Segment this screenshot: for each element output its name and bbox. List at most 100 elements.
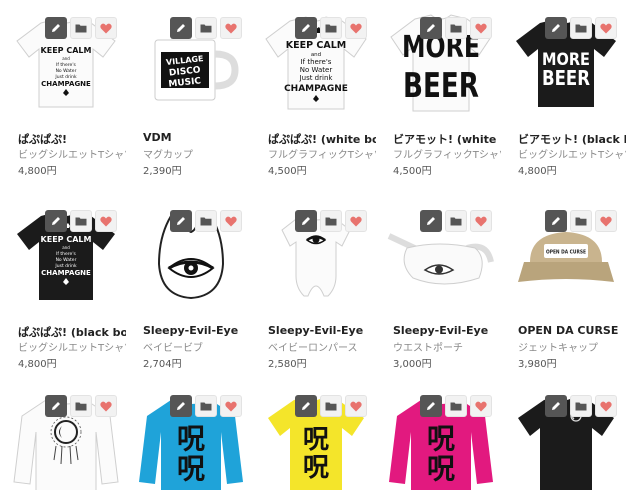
heart-icon[interactable] [95,395,117,417]
product-name[interactable]: ビアモット! (black b… [518,131,626,147]
folder-icon[interactable] [570,210,592,232]
product-type: ビッグシルエットTシャツ [18,150,126,161]
folder-icon[interactable] [570,17,592,39]
heart-icon[interactable] [220,395,242,417]
product-name[interactable]: ぱぷぱぷ! (black bod… [18,324,126,340]
product-type: マグカップ [143,150,193,161]
pencil-icon[interactable] [45,395,67,417]
svg-text:and: and [62,245,70,250]
folder-icon[interactable] [320,17,342,39]
product-card[interactable]: 呪 呪 [253,383,378,490]
folder-icon[interactable] [195,395,217,417]
product-type: ベイビーロンパース [268,343,358,354]
pencil-icon[interactable] [295,210,317,232]
heart-icon[interactable] [470,210,492,232]
svg-text:KEEP CALM: KEEP CALM [40,235,91,244]
folder-icon[interactable] [445,17,467,39]
card-actions [295,17,367,39]
heart-icon[interactable] [345,395,367,417]
folder-icon[interactable] [195,210,217,232]
product-price: 4,500円 [393,166,432,177]
heart-icon[interactable] [345,210,367,232]
card-actions [45,17,117,39]
svg-text:KEEP CALM: KEEP CALM [285,40,345,51]
folder-icon[interactable] [570,395,592,417]
product-card[interactable]: Sleepy-Evil-Eye ウエストポーチ 3,000円 [378,198,503,383]
product-price: 3,000円 [393,359,432,370]
pencil-icon[interactable] [545,17,567,39]
product-name[interactable]: ビアモット! (white b… [393,131,501,147]
product-card[interactable]: KEEP CALM and If there's No Water Just d… [253,5,378,190]
product-card[interactable] [503,383,628,490]
product-price: 4,800円 [18,166,57,177]
cap-print: OPEN DA CURSE [546,249,586,255]
heart-icon[interactable] [595,395,617,417]
product-name[interactable]: VDM [143,131,251,144]
svg-text:and: and [62,56,70,61]
heart-icon[interactable] [345,17,367,39]
folder-icon[interactable] [445,210,467,232]
product-card[interactable]: KEEP CALM and If there's No Water Just d… [3,5,128,190]
pencil-icon[interactable] [45,210,67,232]
card-actions [545,17,617,39]
svg-text:呪: 呪 [302,425,328,455]
product-type: ベイビービブ [143,343,203,354]
folder-icon[interactable] [70,210,92,232]
pencil-icon[interactable] [170,17,192,39]
card-actions [295,395,367,417]
svg-text:CHAMPAGNE: CHAMPAGNE [41,80,91,88]
heart-icon[interactable] [470,395,492,417]
product-card[interactable]: Sleepy-Evil-Eye ベイビービブ 2,704円 [128,198,253,383]
product-card[interactable]: Sleepy-Evil-Eye ベイビーロンパース 2,580円 [253,198,378,383]
product-name[interactable]: OPEN DA CURSE [518,324,626,337]
pencil-icon[interactable] [545,210,567,232]
product-type: ジェットキャップ [518,343,598,354]
heart-icon[interactable] [95,17,117,39]
pencil-icon[interactable] [170,210,192,232]
svg-text:呪: 呪 [426,422,454,455]
folder-icon[interactable] [195,17,217,39]
product-card[interactable]: OPEN DA CURSE OPEN DA CURSE ジェットキャップ 3,9… [503,198,628,383]
svg-text:If there's: If there's [56,251,76,257]
heart-icon[interactable] [95,210,117,232]
pencil-icon[interactable] [295,17,317,39]
card-actions [295,210,367,232]
heart-icon[interactable] [220,210,242,232]
pencil-icon[interactable] [420,395,442,417]
product-card[interactable]: VILLAGE DISCO MUSIC VDM マグカップ 2,390円 [128,5,253,190]
product-name[interactable]: Sleepy-Evil-Eye [393,324,501,337]
card-actions [545,210,617,232]
folder-icon[interactable] [70,17,92,39]
pencil-icon[interactable] [545,395,567,417]
heart-icon[interactable] [470,17,492,39]
product-card[interactable]: MORE BEER ビアモット! (white b… フルグラフィックTシャツ … [378,5,503,190]
svg-text:呪: 呪 [426,452,454,485]
pencil-icon[interactable] [420,17,442,39]
folder-icon[interactable] [70,395,92,417]
heart-icon[interactable] [220,17,242,39]
product-name[interactable]: Sleepy-Evil-Eye [268,324,376,337]
folder-icon[interactable] [320,395,342,417]
pencil-icon[interactable] [295,395,317,417]
heart-icon[interactable] [595,17,617,39]
pencil-icon[interactable] [45,17,67,39]
product-name[interactable]: Sleepy-Evil-Eye [143,324,251,337]
pencil-icon[interactable] [170,395,192,417]
pencil-icon[interactable] [420,210,442,232]
folder-icon[interactable] [320,210,342,232]
card-actions [545,395,617,417]
heart-icon[interactable] [595,210,617,232]
product-name[interactable]: ぱぷぱぷ! (white bo… [268,131,376,147]
product-name[interactable]: ぱぷぱぷ! [18,131,126,147]
product-card[interactable] [3,383,128,490]
product-card[interactable]: 呪 呪 [378,383,503,490]
card-actions [420,17,492,39]
product-type: ビッグシルエットTシャツ [518,150,626,161]
product-type: ビッグシルエットTシャツ [18,343,126,354]
svg-text:呪: 呪 [176,452,204,485]
product-card[interactable]: MORE BEER ビアモット! (black b… ビッグシルエットTシャツ … [503,5,628,190]
product-card[interactable]: KEEP CALM and If there's No Water Just d… [3,198,128,383]
product-price: 4,800円 [518,166,557,177]
product-card[interactable]: 呪 呪 [128,383,253,490]
folder-icon[interactable] [445,395,467,417]
